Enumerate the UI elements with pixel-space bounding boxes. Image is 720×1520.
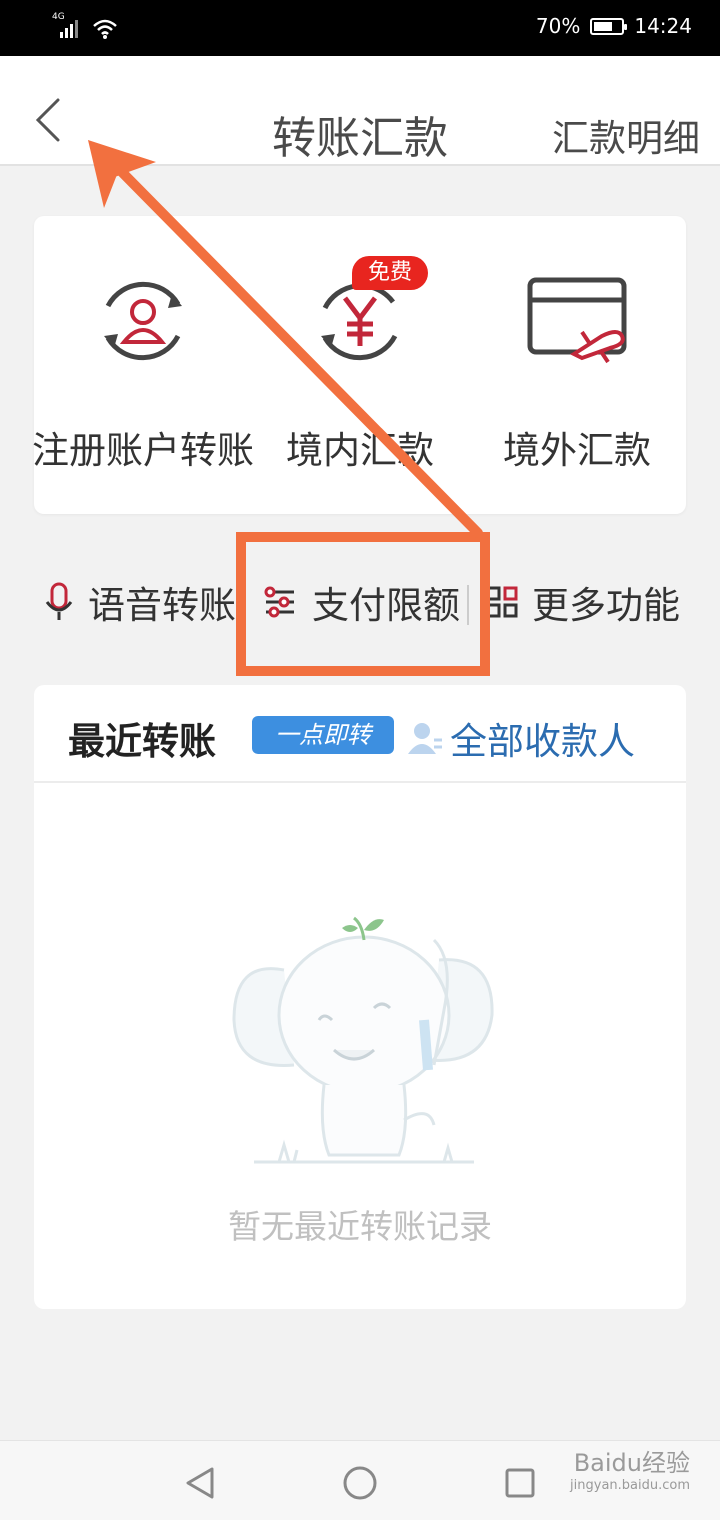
system-recents-button[interactable] — [500, 1463, 540, 1503]
empty-elephant-illustration — [224, 900, 504, 1190]
battery-icon — [590, 17, 628, 35]
recent-title: 最近转账 — [68, 720, 216, 763]
battery-percent: 70% — [535, 14, 581, 38]
clock: 14:24 — [634, 14, 692, 38]
recent-transfers-card: 最近转账 一点即转 全部收款人 暂无最近转账记录 — [34, 685, 686, 1309]
status-left: 4G — [52, 12, 118, 40]
all-payees-link[interactable]: 全部收款人 — [404, 711, 635, 765]
user-transfer-icon — [88, 266, 198, 376]
empty-state-text: 暂无最近转账记录 — [228, 1207, 492, 1246]
quick-actions: 语音转账 支付限额 更多功能 — [34, 555, 694, 650]
microphone-icon — [45, 582, 73, 620]
sliders-icon — [264, 586, 294, 618]
remittance-details-link[interactable]: 汇款明细 — [552, 108, 700, 162]
quick-action-label: 支付限额 — [312, 584, 460, 627]
square-recents-icon — [505, 1468, 535, 1498]
one-tap-transfer-badge[interactable]: 一点即转 — [252, 716, 394, 754]
voice-transfer-button[interactable]: 语音转账 — [44, 575, 236, 629]
nav-bar: 转账汇款 汇款明细 — [0, 56, 720, 166]
service-label: 境外汇款 — [503, 429, 651, 472]
recent-header: 最近转账 一点即转 全部收款人 — [34, 685, 686, 783]
free-badge: 免费 — [352, 256, 428, 290]
payment-limit-button[interactable]: 支付限额 — [262, 575, 460, 629]
watermark-url: jingyan.baidu.com — [570, 1477, 690, 1493]
wifi-icon — [93, 19, 117, 39]
separator — [467, 585, 469, 625]
service-label: 注册账户转账 — [32, 429, 254, 472]
battery-fill — [594, 21, 613, 31]
system-back-button[interactable] — [180, 1463, 220, 1503]
quick-action-label: 更多功能 — [532, 584, 680, 627]
all-payees-label: 全部收款人 — [450, 720, 635, 763]
system-home-button[interactable] — [340, 1463, 380, 1503]
service-overseas-remittance[interactable]: 境外汇款 — [468, 216, 686, 514]
service-label: 境内汇款 — [286, 429, 434, 472]
system-nav-bar: Baidu经验 jingyan.baidu.com — [0, 1440, 720, 1520]
status-bar: 4G 70% 14:24 — [0, 0, 720, 56]
quick-action-label: 语音转账 — [88, 584, 236, 627]
more-features-button[interactable]: 更多功能 — [486, 575, 680, 629]
status-right: 70% 14:24 — [536, 14, 692, 38]
service-registered-transfer[interactable]: 注册账户转账 — [32, 216, 254, 514]
triangle-back-icon — [186, 1467, 214, 1499]
watermark-brand: Baidu经验 — [573, 1449, 690, 1477]
circle-home-icon — [343, 1466, 377, 1500]
card-plane-icon — [522, 266, 632, 376]
contacts-icon — [408, 723, 442, 754]
watermark: Baidu经验 jingyan.baidu.com — [570, 1449, 690, 1493]
service-card: 注册账户转账 境内汇款 免费 境外汇款 — [32, 216, 686, 514]
network-label: 4G — [52, 12, 65, 22]
grid-icon — [486, 586, 518, 618]
